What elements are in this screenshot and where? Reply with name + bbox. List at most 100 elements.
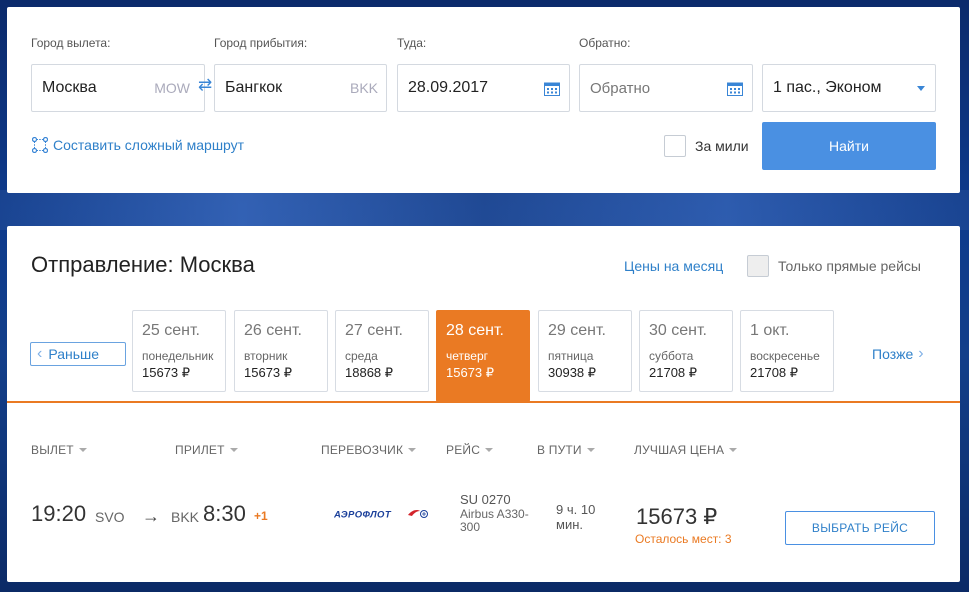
day-date: 28 сент.	[446, 322, 504, 339]
arrival-airport: BKK	[171, 509, 200, 525]
day-weekday: вторник	[244, 349, 288, 363]
day-date: 27 сент.	[345, 322, 403, 339]
day-card-2[interactable]: 27 сент. среда 18868 ₽	[335, 310, 429, 392]
earlier-button[interactable]: ‹ Раньше	[30, 342, 126, 366]
seats-left: Осталось мест: 3	[635, 532, 732, 546]
day-price: 21708 ₽	[649, 365, 698, 380]
day-card-1[interactable]: 26 сент. вторник 15673 ₽	[234, 310, 328, 392]
from-label: Город вылета:	[31, 36, 111, 50]
complex-route-label: Составить сложный маршрут	[53, 137, 245, 153]
later-label: Позже	[872, 346, 914, 362]
passengers-select[interactable]: 1 пас., Эконом	[762, 64, 936, 112]
return-placeholder: Обратно	[590, 79, 651, 97]
day-weekday: четверг	[446, 349, 488, 363]
day-weekday: понедельник	[142, 349, 214, 363]
column-header-flight[interactable]: РЕЙС	[446, 443, 494, 457]
column-header-best-price[interactable]: ЛУЧШАЯ ЦЕНА	[634, 443, 738, 457]
next-day-badge: +1	[254, 509, 268, 523]
aircraft-type: Airbus A330-300	[460, 507, 529, 534]
direct-only-label: Только прямые рейсы	[778, 258, 921, 274]
column-header-label: ПЕРЕВОЗЧИК	[321, 443, 404, 457]
column-header-label: РЕЙС	[446, 443, 481, 457]
chevron-right-icon: ›	[918, 345, 924, 362]
miles-toggle[interactable]: За мили	[664, 135, 749, 157]
day-price: 15673 ₽	[446, 365, 495, 380]
day-date: 26 сент.	[244, 322, 302, 339]
day-date: 1 окт.	[750, 322, 790, 339]
page-title: Отправление: Москва	[31, 252, 255, 277]
month-prices-link[interactable]: Цены на месяц	[624, 258, 723, 274]
column-header-arrival[interactable]: ПРИЛЕТ	[175, 443, 238, 457]
from-field[interactable]: Москва MOW	[31, 64, 205, 112]
arrival-time: 8:30	[203, 501, 246, 526]
earlier-label: Раньше	[48, 346, 100, 362]
miles-label: За мили	[695, 138, 749, 154]
to-field[interactable]: Бангкок BKK	[214, 64, 387, 112]
depart-date-field[interactable]: 28.09.2017	[397, 64, 570, 112]
later-button[interactable]: Позже ›	[872, 345, 924, 363]
route-icon	[32, 137, 48, 153]
depart-date-value: 28.09.2017	[408, 79, 489, 96]
date-strip-divider	[7, 401, 960, 403]
from-code: MOW	[154, 80, 190, 96]
day-date: 30 сент.	[649, 322, 707, 339]
flight-number: SU 0270	[460, 492, 511, 507]
calendar-icon[interactable]	[544, 81, 560, 96]
to-code: BKK	[349, 80, 378, 96]
day-card-6[interactable]: 1 окт. воскресенье 21708 ₽	[740, 310, 834, 392]
column-header-label: ВЫЛЕТ	[31, 443, 74, 457]
day-price: 18868 ₽	[345, 365, 394, 380]
chevron-left-icon: ‹	[37, 345, 43, 362]
return-label: Обратно:	[579, 36, 631, 50]
day-weekday: среда	[345, 349, 378, 363]
sort-icon	[586, 448, 595, 452]
miles-checkbox[interactable]	[664, 135, 686, 157]
departure-time: 19:20	[31, 501, 87, 526]
find-button[interactable]: Найти	[762, 122, 936, 170]
day-date: 29 сент.	[548, 322, 606, 339]
chevron-down-icon	[917, 86, 925, 91]
day-card-0[interactable]: 25 сент. понедельник 15673 ₽	[132, 310, 226, 392]
day-price: 30938 ₽	[548, 365, 597, 380]
choose-flight-button[interactable]: ВЫБРАТЬ РЕЙС	[785, 511, 935, 545]
column-header-carrier[interactable]: ПЕРЕВОЗЧИК	[321, 443, 417, 457]
day-card-3-selected[interactable]: 28 сент. четверг 15673 ₽	[436, 310, 530, 402]
sort-icon	[729, 448, 738, 452]
svg-text:АЭРОФЛОТ: АЭРОФЛОТ	[334, 510, 392, 521]
day-weekday: пятница	[548, 349, 594, 363]
day-date: 25 сент.	[142, 322, 200, 339]
direct-only-toggle[interactable]: Только прямые рейсы	[747, 255, 921, 277]
calendar-icon[interactable]	[727, 81, 743, 96]
flight-duration: 9 ч. 10 мин.	[556, 502, 596, 532]
day-price: 21708 ₽	[750, 365, 799, 380]
day-price: 15673 ₽	[244, 365, 293, 380]
day-card-5[interactable]: 30 сент. суббота 21708 ₽	[639, 310, 733, 392]
column-header-label: ЛУЧШАЯ ЦЕНА	[634, 443, 725, 457]
column-header-duration[interactable]: В ПУТИ	[537, 443, 595, 457]
sort-icon	[408, 448, 417, 452]
to-value: Бангкок	[225, 79, 283, 96]
day-weekday: суббота	[649, 349, 694, 363]
day-card-4[interactable]: 29 сент. пятница 30938 ₽	[538, 310, 632, 392]
column-header-label: В ПУТИ	[537, 443, 582, 457]
aeroflot-logo: АЭРОФЛОТ	[334, 510, 428, 521]
from-value: Москва	[42, 79, 97, 96]
sort-icon	[485, 448, 494, 452]
direct-only-checkbox[interactable]	[747, 255, 769, 277]
day-price: 15673 ₽	[142, 365, 191, 380]
sort-icon	[229, 448, 238, 452]
sort-icon	[78, 448, 87, 452]
passengers-value: 1 пас., Эконом	[773, 79, 882, 96]
background-glow	[0, 190, 969, 230]
best-price: 15673 ₽	[636, 504, 718, 529]
departure-airport: SVO	[95, 509, 125, 525]
arrow-right-icon: →	[142, 506, 160, 526]
depart-label: Туда:	[397, 36, 427, 50]
to-label: Город прибытия:	[214, 36, 308, 50]
day-weekday: воскресенье	[750, 349, 820, 363]
column-header-label: ПРИЛЕТ	[175, 443, 225, 457]
results-panel: Отправление: Москва Цены на месяц Только…	[7, 226, 960, 582]
complex-route-link[interactable]: Составить сложный маршрут	[32, 137, 244, 153]
return-date-field[interactable]: Обратно	[579, 64, 753, 112]
column-header-departure[interactable]: ВЫЛЕТ	[31, 443, 87, 457]
